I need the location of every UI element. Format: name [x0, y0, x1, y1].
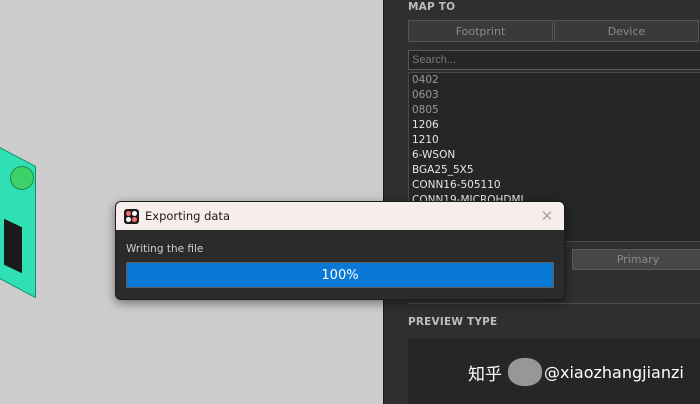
map-to-title: MAP TO [408, 1, 456, 13]
list-item[interactable]: 0805 [409, 103, 700, 118]
pcb-board [0, 128, 36, 299]
pcb-pad [10, 166, 34, 190]
tab-footprint[interactable]: Footprint [408, 20, 553, 42]
app-icon [124, 208, 139, 224]
dialog-title: Exporting data [145, 209, 230, 223]
close-icon[interactable]: ✕ [538, 207, 556, 225]
progress-bar: 100% [126, 262, 554, 288]
watermark: 知乎 @xiaozhangjianzi [468, 358, 684, 386]
list-item[interactable]: 1206 [409, 118, 700, 133]
list-item[interactable]: BGA25_5X5 [409, 163, 700, 178]
dialog-titlebar: Exporting data ✕ [116, 202, 564, 230]
map-to-tabs: Footprint Device [408, 20, 700, 42]
list-item[interactable]: CONN16-505110 [409, 178, 700, 193]
pcb-model [0, 128, 74, 299]
progress-label: 100% [321, 267, 359, 283]
preview-type-title: PREVIEW TYPE [408, 316, 498, 328]
export-dialog: Exporting data ✕ Writing the file 100% [115, 201, 565, 300]
watermark-handle: @xiaozhangjianzi [544, 362, 684, 382]
tab-device[interactable]: Device [554, 20, 699, 42]
search-input[interactable] [408, 50, 700, 70]
list-item[interactable]: 6-WSON [409, 148, 700, 163]
list-item[interactable]: 1210 [409, 133, 700, 148]
primary-button[interactable]: Primary [572, 249, 700, 270]
list-item[interactable]: 0603 [409, 88, 700, 103]
dialog-status: Writing the file [126, 243, 204, 255]
list-item[interactable]: 0402 [409, 73, 700, 88]
watermark-avatar [508, 358, 542, 386]
divider [408, 303, 700, 304]
pcb-connector [4, 218, 22, 274]
watermark-mark: 知乎 [468, 364, 502, 385]
